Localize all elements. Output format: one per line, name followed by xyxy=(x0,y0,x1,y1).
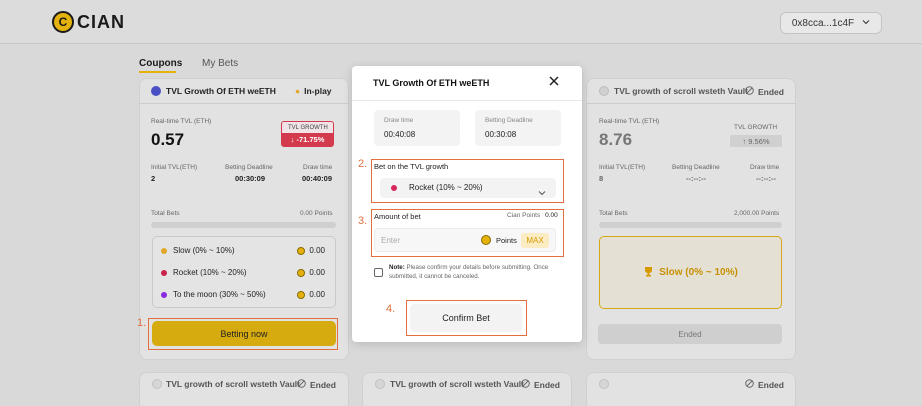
draw-time-label: Draw time xyxy=(384,117,414,124)
divider xyxy=(139,103,349,104)
option-dot-icon xyxy=(161,247,167,254)
confirm-checkbox[interactable] xyxy=(374,268,383,277)
wallet-button[interactable]: 0x8cca...1c4F xyxy=(780,12,882,34)
deadline-label: Betting Deadline xyxy=(672,164,720,171)
draw-time-value: 00:40:08 xyxy=(384,130,416,139)
initial-tvl-value: 8 xyxy=(599,174,604,183)
annotation-number-1: 1. xyxy=(137,317,147,329)
deadline-box: Betting Deadline 00:30:08 xyxy=(475,110,561,146)
logo-text: CIAN xyxy=(77,11,125,32)
status-badge: Ended xyxy=(297,379,336,390)
total-bets-label: Total Bets xyxy=(599,210,628,217)
status-badge: Ended xyxy=(745,86,784,97)
tab-my-bets[interactable]: My Bets xyxy=(202,58,238,69)
growth-label: TVL GROWTH xyxy=(734,124,778,131)
annotation-box-2 xyxy=(371,159,564,203)
active-tab-indicator xyxy=(139,71,176,73)
annotation-box-3 xyxy=(371,209,564,257)
ended-button: Ended xyxy=(598,324,782,344)
coin-icon xyxy=(297,290,306,299)
deadline-value: 00:30:08 xyxy=(485,130,517,139)
initial-tvl-value: 2 xyxy=(151,174,156,183)
deadline-value: --:--:-- xyxy=(686,174,706,183)
card-title: TVL growth of scroll wsteth Vault xyxy=(614,86,748,96)
total-bets-bar xyxy=(151,222,336,228)
growth-value: ↓ -71.75% xyxy=(282,133,333,146)
growth-label: TVL GROWTH xyxy=(288,125,328,131)
annotation-box-1 xyxy=(148,318,338,350)
option-rocket[interactable]: Rocket (10% ~ 20%) xyxy=(161,268,247,277)
option-moon-value: 0.00 xyxy=(297,290,325,299)
draw-time-value: 00:40:09 xyxy=(302,174,333,183)
options-list: Slow (0% ~ 10%) 0.00 Rocket (10% ~ 20%) … xyxy=(152,236,336,308)
annotation-number-2: 2. xyxy=(358,158,368,170)
trophy-icon xyxy=(643,264,654,282)
trophy-icon: ● xyxy=(295,86,301,96)
eth-icon xyxy=(151,86,161,96)
status-badge: ● In-play xyxy=(295,86,332,96)
wallet-address: 0x8cca...1c4F xyxy=(791,17,855,29)
logo-mark-icon: C xyxy=(52,11,74,33)
coin-icon xyxy=(297,268,306,277)
coin-icon xyxy=(297,246,306,255)
scroll-icon xyxy=(599,86,609,96)
card-title: TVL growth of scroll wsteth Vault xyxy=(390,379,524,389)
deadline-label: Betting Deadline xyxy=(225,164,273,171)
total-bets-value: 2,000.00 Points xyxy=(734,210,780,217)
growth-value: ↑ 9.56% xyxy=(730,135,782,147)
draw-time-label: Draw time xyxy=(303,164,333,171)
status-badge: Ended xyxy=(745,379,784,390)
divider xyxy=(586,103,796,104)
scroll-icon xyxy=(152,379,162,389)
realtime-value: 8.76 xyxy=(599,130,633,149)
growth-badge: TVL GROWTH ↓ -71.75% xyxy=(281,121,334,147)
card-title: TVL Growth Of ETH weETH xyxy=(166,86,276,96)
scroll-icon xyxy=(599,379,609,389)
top-header: C CIAN 0x8cca...1c4F xyxy=(0,0,922,44)
option-dot-icon xyxy=(161,291,167,298)
total-bets-label: Total Bets xyxy=(151,210,180,217)
winning-option-label: Slow (0% ~ 10%) xyxy=(659,267,738,278)
scroll-icon xyxy=(375,379,385,389)
modal-title: TVL Growth Of ETH weETH xyxy=(373,78,490,88)
total-bets-value: 0.00 Points xyxy=(300,210,333,217)
clock-icon xyxy=(745,86,754,97)
status-badge: Ended xyxy=(521,379,560,390)
winning-option: Slow (0% ~ 10%) xyxy=(599,236,782,309)
annotation-number-3: 3. xyxy=(358,215,368,227)
clock-icon xyxy=(745,379,754,390)
note-text: Note: Please confirm your details before… xyxy=(389,264,549,280)
annotation-number-4: 4. xyxy=(386,303,396,315)
deadline-value: 00:30:09 xyxy=(235,174,266,183)
option-slow[interactable]: Slow (0% ~ 10%) xyxy=(161,246,235,255)
option-dot-icon xyxy=(161,269,167,276)
realtime-value: 0.57 xyxy=(151,130,185,149)
annotation-box-4 xyxy=(406,300,527,336)
draw-time-box: Draw time 00:40:08 xyxy=(374,110,460,146)
card-title: TVL growth of scroll wsteth Vault xyxy=(166,379,300,389)
option-moon[interactable]: To the moon (30% ~ 50%) xyxy=(161,290,266,299)
draw-time-value: --:--:-- xyxy=(756,174,776,183)
initial-tvl-label: Initial TVL(ETH) xyxy=(599,164,646,171)
divider xyxy=(352,100,582,101)
realtime-label: Real-time TVL (ETH) xyxy=(151,118,212,125)
total-bets-bar xyxy=(599,222,782,228)
deadline-label: Betting Deadline xyxy=(485,117,533,124)
chevron-down-icon xyxy=(862,18,870,29)
option-slow-value: 0.00 xyxy=(297,246,325,255)
realtime-label: Real-time TVL (ETH) xyxy=(599,118,660,125)
clock-icon xyxy=(297,379,306,390)
tab-coupons[interactable]: Coupons xyxy=(139,58,182,69)
option-rocket-value: 0.00 xyxy=(297,268,325,277)
draw-time-label: Draw time xyxy=(750,164,780,171)
logo[interactable]: C CIAN xyxy=(52,11,125,33)
clock-icon xyxy=(521,379,530,390)
close-icon[interactable] xyxy=(548,75,560,90)
initial-tvl-label: Initial TVL(ETH) xyxy=(151,164,198,171)
